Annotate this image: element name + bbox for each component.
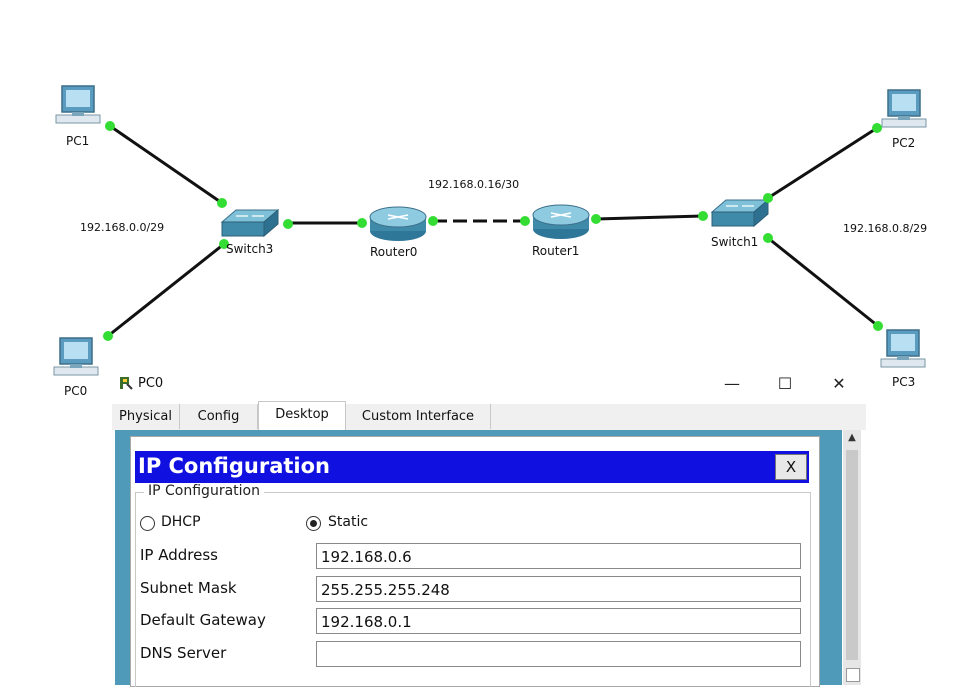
minimize-button[interactable]: — xyxy=(718,373,746,395)
wan-label: 192.168.0.16/30 xyxy=(428,178,519,191)
dns-server-input[interactable] xyxy=(316,641,801,667)
link-pc0-switch3 xyxy=(107,242,225,338)
close-button[interactable]: ✕ xyxy=(825,373,853,395)
ip-address-label: IP Address xyxy=(140,546,218,564)
switch3-icon[interactable] xyxy=(221,209,279,237)
static-radio[interactable] xyxy=(306,516,321,531)
link-pc1-switch3 xyxy=(109,124,223,205)
router1-label: Router1 xyxy=(532,244,579,258)
switch1-label: Switch1 xyxy=(711,235,758,249)
pc1-icon[interactable] xyxy=(55,85,101,124)
default-gateway-input[interactable]: 192.168.0.1 xyxy=(316,608,801,634)
ip-config-title: IP Configuration xyxy=(138,454,330,478)
tab-custom-interface[interactable]: Custom Interface xyxy=(346,404,491,429)
router0-label: Router0 xyxy=(370,245,417,259)
subnet-mask-input[interactable]: 255.255.255.248 xyxy=(316,576,801,602)
tab-desktop[interactable]: Desktop xyxy=(258,401,346,431)
dns-server-label: DNS Server xyxy=(140,644,227,662)
pc0-window: PC0 — ☐ ✕ Physical Config Desktop Custom… xyxy=(112,371,866,687)
link-switch1-pc3 xyxy=(767,236,879,328)
window-title: PC0 xyxy=(138,376,164,391)
left-lan-label: 192.168.0.0/29 xyxy=(80,221,164,234)
dhcp-radio[interactable] xyxy=(140,516,155,531)
ip-address-input[interactable]: 192.168.0.6 xyxy=(316,543,801,569)
ip-config-group: IP Configuration DHCP Static IP Address … xyxy=(135,483,811,687)
packet-tracer-icon xyxy=(120,377,133,390)
group-label: IP Configuration xyxy=(144,483,264,499)
scroll-thumb[interactable] xyxy=(846,450,858,660)
ip-config-title-bar: IP Configuration X xyxy=(135,451,809,483)
port-lights xyxy=(103,121,883,341)
pc2-icon[interactable] xyxy=(881,89,927,128)
right-lan-label: 192.168.0.8/29 xyxy=(843,222,927,235)
pc0-icon[interactable] xyxy=(53,337,99,376)
link-router1-switch1 xyxy=(595,214,704,221)
pc3-icon[interactable] xyxy=(880,329,926,368)
default-gateway-label: Default Gateway xyxy=(140,611,266,629)
router1-icon[interactable] xyxy=(532,204,590,240)
pc2-label: PC2 xyxy=(892,136,915,150)
pc3-label: PC3 xyxy=(892,375,915,389)
switch3-label: Switch3 xyxy=(226,242,273,256)
tab-bar: Physical Config Desktop Custom Interface xyxy=(112,401,866,431)
static-label: Static xyxy=(328,514,369,530)
window-title-bar[interactable]: PC0 — ☐ ✕ xyxy=(112,371,866,397)
link-switch1-pc2 xyxy=(767,126,878,200)
ip-configuration-panel: IP Configuration X IP Configuration DHCP… xyxy=(130,436,820,687)
maximize-button[interactable]: ☐ xyxy=(771,373,799,395)
switch1-icon[interactable] xyxy=(711,199,769,227)
dhcp-label: DHCP xyxy=(161,514,201,530)
pc0-label: PC0 xyxy=(64,384,87,398)
subnet-mask-label: Subnet Mask xyxy=(140,579,237,597)
tab-physical[interactable]: Physical xyxy=(112,404,180,429)
scroll-corner xyxy=(846,668,860,682)
vertical-scrollbar[interactable]: ▲ xyxy=(843,430,861,685)
pc1-label: PC1 xyxy=(66,134,89,148)
desktop-tab-content: IP Configuration X IP Configuration DHCP… xyxy=(112,430,866,687)
tab-config[interactable]: Config xyxy=(180,404,258,429)
scroll-up-arrow-icon[interactable]: ▲ xyxy=(843,432,861,446)
ip-config-close-button[interactable]: X xyxy=(775,454,807,480)
router0-icon[interactable] xyxy=(369,206,427,242)
